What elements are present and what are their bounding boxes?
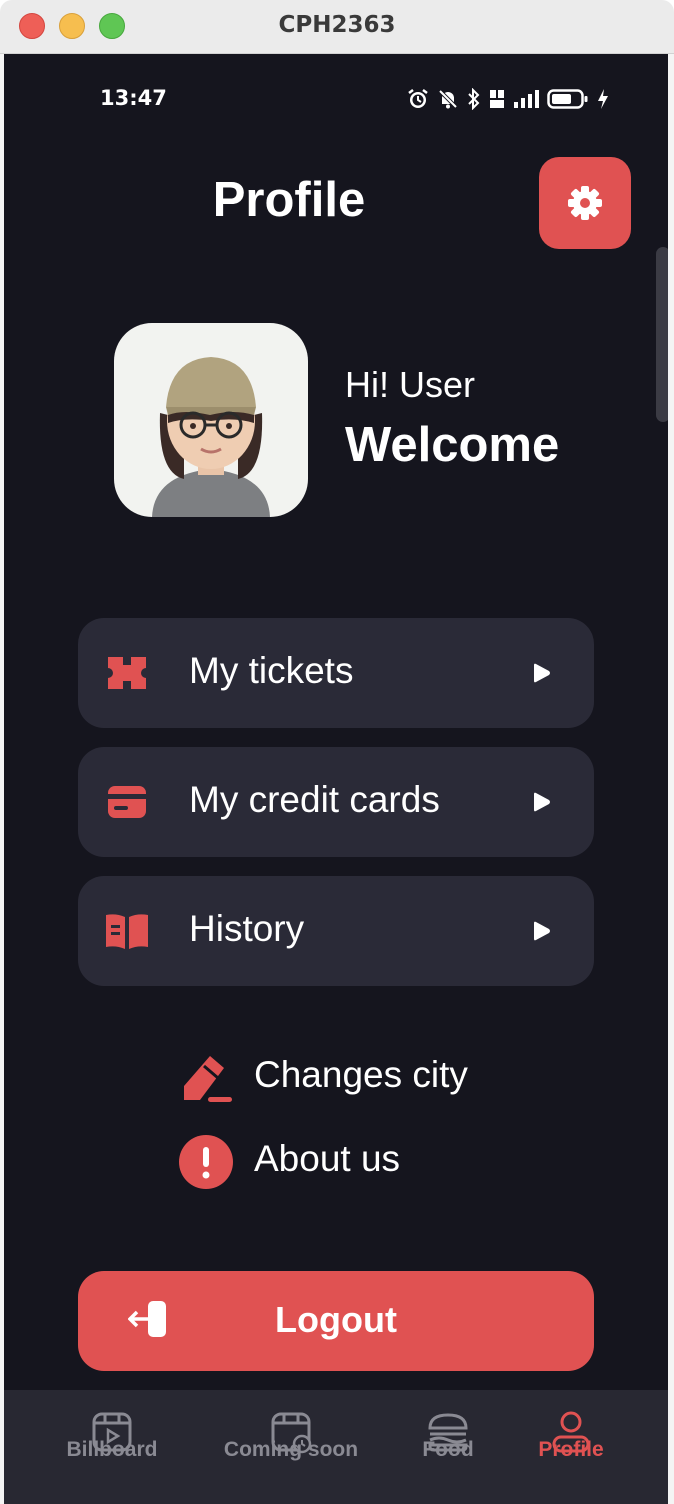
link-label: About us <box>254 1138 401 1179</box>
arrow-right-icon <box>534 663 550 683</box>
window-titlebar[interactable]: CPH2363 <box>0 0 674 54</box>
menu-item-my-tickets[interactable]: My tickets <box>78 618 594 728</box>
page-title: Profile <box>212 173 366 227</box>
welcome-heading: Welcome <box>345 418 560 472</box>
logout-button[interactable]: Logout <box>78 1271 594 1371</box>
bluetooth-icon <box>468 88 480 110</box>
edit-pen-icon <box>184 1056 232 1102</box>
tab-billboard[interactable]: Billboard <box>60 1390 164 1504</box>
credit-card-icon <box>108 786 146 818</box>
scrollbar-thumb[interactable] <box>656 247 668 422</box>
settings-button[interactable] <box>539 157 631 249</box>
menu-item-label: My tickets <box>189 650 354 691</box>
tab-coming-soon[interactable]: Coming soon <box>216 1390 366 1504</box>
avatar[interactable] <box>114 323 308 517</box>
tab-label: Profile <box>538 1438 604 1461</box>
alert-info-icon <box>179 1135 233 1189</box>
greeting-line: Hi! User <box>345 364 476 405</box>
gear-icon <box>568 186 602 220</box>
battery-icon <box>547 89 588 109</box>
phone-screen: 13:47 Profile Hi! User Welcome My ticket… <box>4 54 668 1504</box>
arrow-right-icon <box>534 921 550 941</box>
muted-bell-icon <box>438 89 458 109</box>
logout-label: Logout <box>275 1299 397 1340</box>
tab-food[interactable]: Food <box>408 1390 488 1504</box>
signal-icon <box>514 90 539 108</box>
volte-icon <box>490 90 504 108</box>
window-title: CPH2363 <box>278 12 396 38</box>
tab-label: Billboard <box>66 1438 158 1461</box>
book-icon <box>106 914 148 949</box>
alarm-icon <box>408 89 428 108</box>
background-window-edge-right <box>668 54 674 1504</box>
arrow-right-icon <box>534 792 550 812</box>
menu-item-my-credit-cards[interactable]: My credit cards <box>78 747 594 857</box>
tab-profile[interactable]: Profile <box>528 1390 614 1504</box>
about-us-link[interactable]: About us <box>178 1134 438 1190</box>
tab-label: Coming soon <box>223 1438 359 1461</box>
link-label: Changes city <box>254 1054 468 1095</box>
charging-icon <box>598 89 608 109</box>
ticket-icon <box>108 657 146 689</box>
menu-item-label: History <box>189 908 305 949</box>
menu-item-history[interactable]: History <box>78 876 594 986</box>
status-time: 13:47 <box>100 86 167 110</box>
tab-label: Food <box>422 1438 474 1461</box>
changes-city-link[interactable]: Changes city <box>178 1050 518 1106</box>
avatar-illustration <box>152 357 270 517</box>
bottom-tab-bar: Billboard Coming soon Food Profile <box>4 1390 668 1504</box>
status-icons <box>407 86 609 112</box>
menu-item-label: My credit cards <box>189 779 440 820</box>
